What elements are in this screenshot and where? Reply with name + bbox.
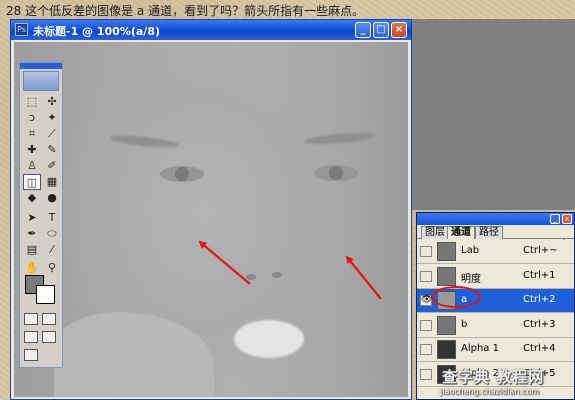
maximize-button[interactable]: □: [373, 22, 389, 38]
tutorial-caption: 28 这个低反差的图像是 a 通道，看到了吗？箭头所指有一些麻点。: [6, 4, 365, 18]
full-screen-icon[interactable]: [42, 331, 56, 343]
document-title: 未标题-1 @ 100%(a/8): [33, 25, 161, 38]
channel-shortcut: Ctrl+2: [523, 294, 556, 305]
watermark-url: jiaocheng.chazidian.com: [440, 387, 540, 396]
gradient-tool-icon[interactable]: ▦: [43, 174, 61, 190]
channel-shortcut: Ctrl+~: [523, 245, 558, 256]
panel-minimize-button[interactable]: _: [550, 214, 560, 224]
lasso-tool-icon[interactable]: ↄ: [23, 110, 41, 126]
close-button[interactable]: ×: [391, 22, 407, 38]
jump-to-imageready-icon[interactable]: [24, 349, 38, 361]
photoshop-icon: Ps: [15, 23, 28, 36]
channel-name: Lab: [461, 245, 480, 256]
slice-tool-icon[interactable]: ⟋: [43, 126, 61, 142]
channel-thumbnail: [437, 242, 456, 261]
screen-mode-icon[interactable]: [24, 331, 38, 343]
channel-row[interactable]: 明度 Ctrl+1: [417, 264, 574, 289]
channel-thumbnail: [437, 315, 456, 335]
background-color-swatch[interactable]: [36, 285, 55, 304]
channel-shortcut: Ctrl+3: [523, 318, 556, 330]
magic-wand-tool-icon[interactable]: ✦: [43, 110, 61, 126]
highlight-circle: [431, 286, 481, 308]
crop-tool-icon[interactable]: ⌗: [23, 126, 41, 142]
channel-shortcut: Ctrl+1: [523, 269, 556, 281]
history-brush-tool-icon[interactable]: ✐: [43, 158, 61, 174]
marquee-tool-icon[interactable]: ⬚: [23, 94, 41, 110]
eraser-tool-icon[interactable]: ◫: [23, 174, 41, 190]
channel-name: Alpha 1: [461, 343, 499, 354]
visibility-eye-icon[interactable]: [420, 344, 432, 355]
tab-layers[interactable]: 图层: [421, 226, 449, 239]
watermark-text: 查字典 教程网: [442, 368, 545, 386]
annotation-arrows: [198, 240, 382, 300]
toolbox[interactable]: ⬚ ✣ ↄ ✦ ⌗ ⟋ ✚ ✎ ♙ ✐ ◫ ▦ ◆ ● ➤ T ✒ ⬭ ▤ ⁄ ✋ ⚲: [19, 62, 63, 368]
panel-close-button[interactable]: ×: [562, 214, 572, 224]
workspace-background: [412, 19, 575, 210]
watermark: 查字典 教程网 jiaocheng.chazidian.com: [436, 366, 575, 400]
red-arrow-right: [345, 255, 382, 300]
red-arrow-left: [198, 240, 251, 285]
path-select-tool-icon[interactable]: ➤: [23, 210, 41, 226]
panel-tabs: 图层 通道 路径 ▶: [417, 225, 574, 248]
tab-channels[interactable]: 通道: [447, 226, 475, 239]
zoom-tool-icon[interactable]: ⚲: [43, 260, 61, 276]
eyedropper-tool-icon[interactable]: ⁄: [43, 242, 61, 258]
visibility-eye-icon[interactable]: [420, 270, 432, 282]
visibility-eye-icon[interactable]: [420, 368, 432, 380]
tab-paths[interactable]: 路径: [475, 226, 503, 239]
shape-tool-icon[interactable]: ⬭: [43, 226, 61, 242]
toolbox-logo: [23, 71, 59, 91]
visibility-eye-icon[interactable]: [420, 319, 432, 331]
brush-tool-icon[interactable]: ✎: [43, 142, 61, 158]
toolbox-titlebar[interactable]: [20, 63, 62, 69]
channel-thumbnail: [437, 266, 456, 286]
dodge-tool-icon[interactable]: ●: [43, 190, 61, 206]
visibility-eye-icon[interactable]: [420, 246, 432, 257]
channel-name: b: [461, 318, 468, 330]
document-titlebar[interactable]: Ps 未标题-1 @ 100%(a/8) _ □ ×: [11, 20, 411, 40]
standard-mode-icon[interactable]: [24, 313, 38, 325]
hand-tool-icon[interactable]: ✋: [23, 260, 41, 276]
image-canvas[interactable]: [14, 42, 408, 397]
channel-thumbnail: [437, 340, 456, 359]
blur-tool-icon[interactable]: ◆: [23, 190, 41, 206]
notes-tool-icon[interactable]: ▤: [23, 242, 41, 258]
healing-brush-tool-icon[interactable]: ✚: [23, 142, 41, 158]
channel-row[interactable]: b Ctrl+3: [417, 313, 574, 338]
channel-name: 明度: [461, 273, 481, 285]
stamp-tool-icon[interactable]: ♙: [23, 158, 41, 174]
move-tool-icon[interactable]: ✣: [43, 94, 61, 110]
quick-mask-icon[interactable]: [42, 313, 56, 325]
panel-titlebar[interactable]: _ ×: [417, 213, 574, 225]
minimize-button[interactable]: _: [355, 22, 371, 38]
channel-shortcut: Ctrl+4: [523, 343, 556, 354]
pen-tool-icon[interactable]: ✒: [23, 226, 41, 242]
type-tool-icon[interactable]: T: [43, 210, 61, 226]
document-window[interactable]: Ps 未标题-1 @ 100%(a/8) _ □ ×: [10, 19, 412, 400]
channel-row[interactable]: Lab Ctrl+~: [417, 240, 574, 264]
channel-row[interactable]: Alpha 1 Ctrl+4: [417, 338, 574, 362]
